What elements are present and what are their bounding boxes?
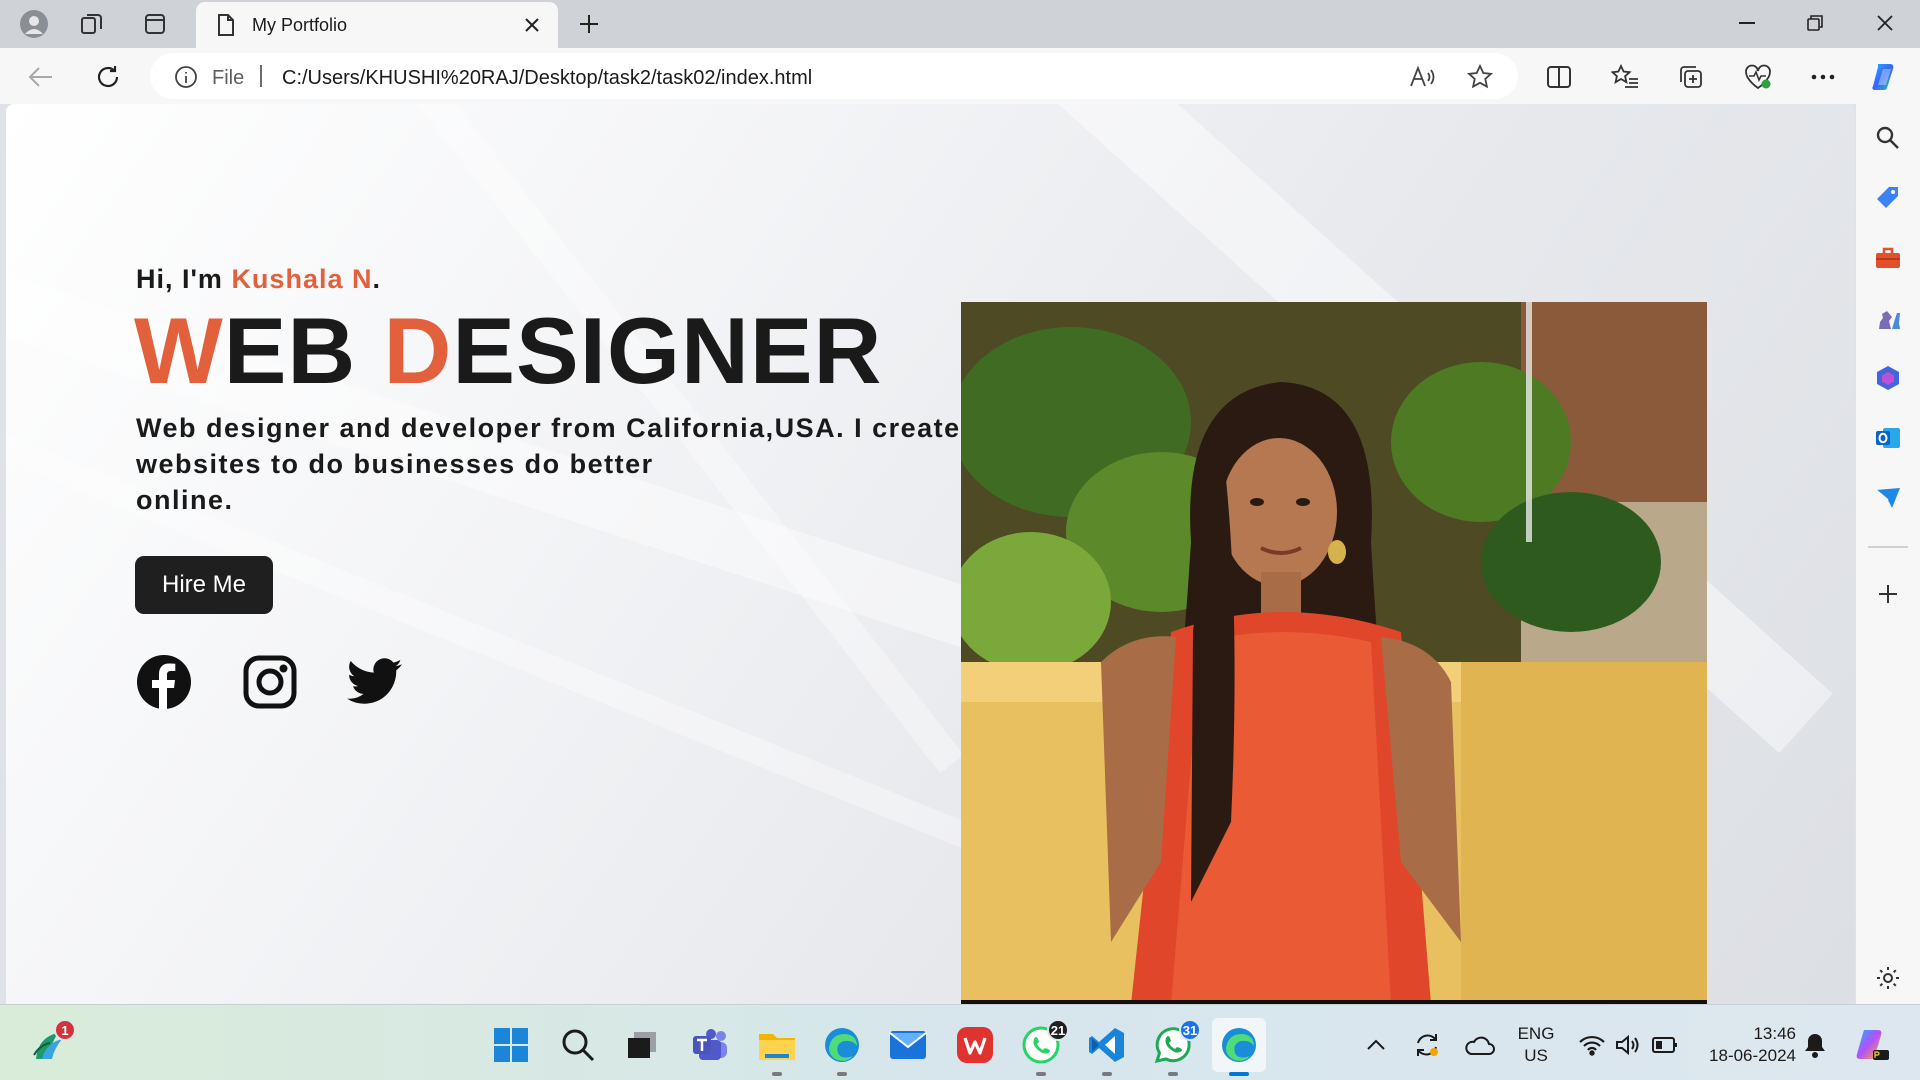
sidebar-divider: [1868, 546, 1908, 548]
name-highlight: Kushala N: [231, 264, 373, 294]
browser-sidebar: [1856, 104, 1920, 1004]
whatsapp-badge: 31: [1179, 1019, 1201, 1041]
clock-date: 18-06-2024: [1709, 1046, 1796, 1065]
microsoft-365-icon[interactable]: [1872, 362, 1904, 394]
tools-icon[interactable]: [1872, 242, 1904, 274]
close-tab-icon[interactable]: [520, 13, 544, 37]
new-tab-button[interactable]: [573, 8, 605, 40]
copilot-icon[interactable]: [1868, 60, 1902, 94]
workspaces-icon[interactable]: [76, 8, 108, 40]
page-viewport: Hi, I'm Kushala N. WEB DESIGNER Web desi…: [6, 104, 1855, 1004]
favorites-icon[interactable]: [1608, 60, 1642, 94]
description-line: online.: [136, 485, 234, 515]
add-icon[interactable]: [1872, 578, 1904, 610]
browser-tab-active[interactable]: My Portfolio: [196, 2, 558, 48]
title-word-part: ESIGNER: [452, 298, 883, 403]
split-screen-icon[interactable]: [1542, 60, 1576, 94]
site-info-icon[interactable]: [174, 65, 198, 94]
keyboard-region: US: [1524, 1046, 1548, 1065]
system-clock[interactable]: 13:46 18-06-2024: [1696, 1023, 1796, 1067]
shopping-tag-icon[interactable]: [1872, 182, 1904, 214]
greeting: Hi, I'm Kushala N.: [136, 264, 381, 295]
search-icon[interactable]: [1872, 122, 1904, 154]
battery-icon[interactable]: [1645, 1023, 1685, 1067]
twitter-icon[interactable]: [347, 654, 403, 710]
tab-actions-icon[interactable]: [139, 8, 171, 40]
hero-title: WEB DESIGNER: [134, 297, 882, 405]
running-indicator: [772, 1072, 782, 1076]
send-icon[interactable]: [1872, 482, 1904, 514]
facebook-icon[interactable]: [136, 654, 192, 710]
refresh-icon[interactable]: [91, 60, 125, 94]
input-language[interactable]: ENG US: [1515, 1023, 1557, 1067]
start-icon[interactable]: [489, 1023, 533, 1067]
profile-photo: [961, 302, 1707, 1004]
whatsapp-beta-icon[interactable]: 21: [1019, 1019, 1069, 1076]
wps-office-icon[interactable]: [953, 1023, 997, 1067]
running-indicator: [1036, 1072, 1046, 1076]
more-options-icon[interactable]: [1806, 60, 1840, 94]
address-bar[interactable]: File C:/Users/KHUSHI%20RAJ/Desktop/task2…: [150, 53, 1518, 99]
instagram-icon[interactable]: [242, 654, 298, 710]
edge-icon[interactable]: [820, 1023, 864, 1076]
language-code: ENG: [1517, 1024, 1555, 1043]
windows-taskbar: 1 21 31 ENG US 13:46 18-06-2024: [0, 1004, 1920, 1080]
close-window-icon[interactable]: [1852, 0, 1918, 46]
running-indicator: [1102, 1072, 1112, 1076]
title-accent-letter: W: [134, 298, 224, 403]
restore-icon[interactable]: [1782, 0, 1848, 46]
tab-title: My Portfolio: [252, 15, 348, 35]
sync-icon[interactable]: [1409, 1023, 1445, 1067]
task-view-icon[interactable]: [620, 1023, 664, 1067]
wifi-icon[interactable]: [1572, 1023, 1612, 1067]
mail-icon[interactable]: [886, 1023, 930, 1067]
notification-bell-icon[interactable]: [1797, 1023, 1833, 1067]
outlook-icon[interactable]: [1872, 422, 1904, 454]
title-word-part: EB: [223, 298, 384, 403]
greeting-suffix: .: [372, 264, 381, 294]
whatsapp-beta-badge: 21: [1047, 1019, 1069, 1041]
scheme-label: File: [212, 67, 245, 89]
description-line: Web designer and developer from Californ…: [136, 413, 961, 443]
hero-description: Web designer and developer from Californ…: [136, 410, 976, 518]
collections-icon[interactable]: [1674, 60, 1708, 94]
url-text[interactable]: C:/Users/KHUSHI%20RAJ/Desktop/task2/task…: [282, 67, 812, 90]
browser-essentials-icon[interactable]: [1741, 60, 1775, 94]
title-accent-letter: D: [383, 298, 453, 403]
clock-time: 13:46: [1753, 1024, 1796, 1043]
browser-toolbar: File C:/Users/KHUSHI%20RAJ/Desktop/task2…: [0, 48, 1920, 104]
description-line: websites to do businesses do better: [136, 449, 654, 479]
running-indicator: [1229, 1072, 1249, 1076]
favorite-star-icon[interactable]: [1466, 63, 1494, 91]
settings-gear-icon[interactable]: [1872, 962, 1904, 994]
widgets-badge: 1: [54, 1019, 76, 1041]
greeting-prefix: Hi, I'm: [136, 264, 232, 294]
edge-active-icon[interactable]: [1212, 1018, 1266, 1076]
teams-icon[interactable]: [688, 1023, 732, 1067]
running-indicator: [837, 1072, 847, 1076]
hire-me-button[interactable]: Hire Me: [135, 556, 273, 614]
read-aloud-icon[interactable]: [1408, 63, 1436, 91]
browser-title-bar: My Portfolio: [0, 0, 1920, 48]
copilot-preview-icon[interactable]: [1850, 1023, 1894, 1067]
page-icon: [210, 9, 242, 41]
search-icon[interactable]: [556, 1023, 600, 1067]
running-indicator: [1168, 1072, 1178, 1076]
vscode-icon[interactable]: [1085, 1023, 1129, 1076]
volume-icon[interactable]: [1608, 1023, 1648, 1067]
profile-icon[interactable]: [18, 8, 50, 40]
back-icon[interactable]: [24, 60, 58, 94]
minimize-icon[interactable]: [1714, 0, 1780, 46]
whatsapp-icon[interactable]: 31: [1151, 1019, 1201, 1076]
address-separator: [260, 65, 262, 87]
chevron-up-icon[interactable]: [1361, 1023, 1391, 1067]
widgets-icon[interactable]: 1: [26, 1019, 76, 1067]
file-explorer-icon[interactable]: [755, 1023, 799, 1076]
games-icon[interactable]: [1872, 302, 1904, 334]
onedrive-cloud-icon[interactable]: [1459, 1023, 1499, 1067]
